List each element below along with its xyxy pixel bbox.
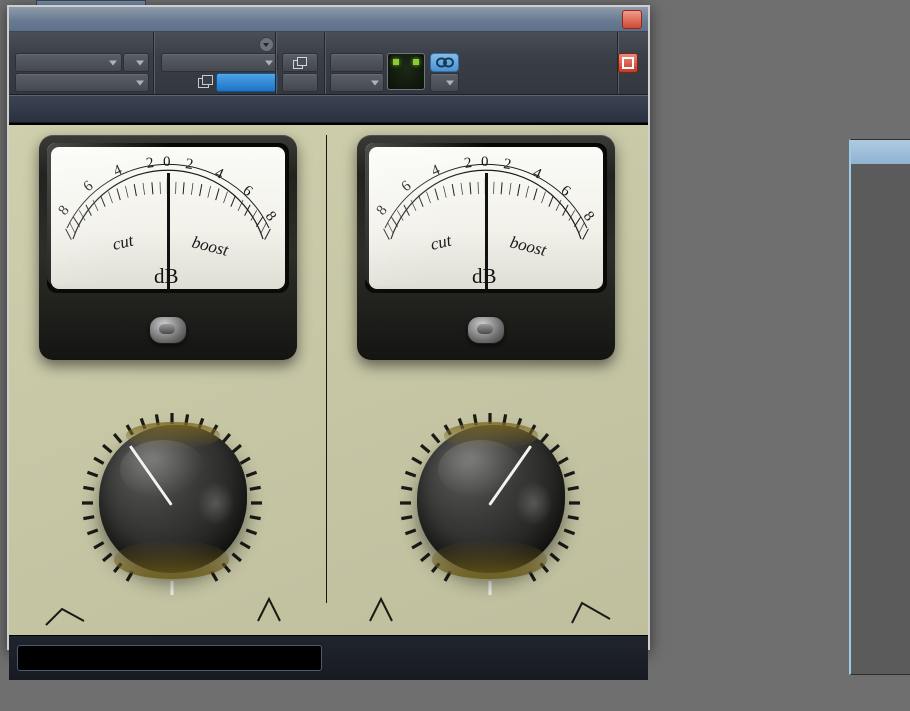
chevron-down-icon: [265, 60, 273, 65]
plugin-brandbar: [9, 95, 648, 123]
preset-minus-button[interactable]: [161, 73, 177, 90]
chevron-down-icon: [136, 60, 144, 65]
track-short-select[interactable]: [123, 53, 149, 72]
record-enable-icon[interactable]: [618, 53, 638, 73]
auto-section: [277, 32, 323, 94]
preset-section: [155, 32, 278, 94]
link-chain-icon[interactable]: [430, 53, 459, 72]
chevron-down-icon: [446, 80, 454, 85]
link-chain-icon: [435, 57, 454, 68]
svg-text:4: 4: [212, 165, 226, 183]
decay-knob[interactable]: [369, 403, 611, 624]
vu-zero-adjust-screw[interactable]: [149, 316, 187, 344]
svg-text:0: 0: [481, 154, 489, 170]
chevron-down-icon: [109, 60, 117, 65]
dsp-select[interactable]: [330, 73, 384, 92]
bypass-button[interactable]: [330, 53, 384, 72]
fast-peak-icon: [257, 596, 281, 622]
svg-text:8: 8: [262, 209, 279, 225]
svg-text:boost: boost: [190, 232, 232, 260]
svg-text:cut: cut: [429, 230, 455, 253]
fast-peak-icon-decay: [369, 596, 393, 622]
svg-text:2: 2: [184, 156, 194, 173]
chevron-down-circle-icon[interactable]: [259, 37, 274, 52]
svg-text:2: 2: [145, 155, 155, 172]
floating-mixer-strip: [849, 139, 910, 675]
peak-knob-body[interactable]: [99, 422, 247, 579]
svg-text:cut: cut: [111, 230, 137, 253]
center-divider: [326, 135, 327, 603]
vu-zero-adjust-screw-decay[interactable]: [467, 316, 505, 344]
compare-button[interactable]: [216, 73, 278, 92]
decay-vu-meter: 8 6 4 2 0 2 4 6 8 cut boost dB: [357, 135, 615, 360]
preset-select[interactable]: [161, 53, 278, 72]
floating-strip-titlebar[interactable]: [851, 140, 910, 164]
svg-text:4: 4: [530, 165, 544, 183]
svg-text:4: 4: [111, 162, 125, 180]
automation-icon[interactable]: [282, 53, 318, 72]
svg-text:4: 4: [429, 162, 443, 180]
plugin-titlebar[interactable]: [9, 7, 648, 32]
slow-slope-icon-decay: [571, 601, 611, 624]
chevron-down-icon: [136, 80, 144, 85]
dsp-section: [326, 32, 459, 94]
plugin-window: 8 6 4 2 0 2 4 6 8 cut boost dB: [7, 5, 650, 680]
peak-knob[interactable]: [45, 403, 281, 626]
close-icon[interactable]: [622, 10, 642, 29]
safe-button[interactable]: [282, 73, 318, 92]
svg-text:8: 8: [374, 203, 391, 219]
vu-face-decay: 8 6 4 2 0 2 4 6 8 cut boost dB: [369, 147, 603, 289]
status-value-field[interactable]: [17, 645, 322, 671]
meter-led-panel[interactable]: [387, 53, 425, 90]
plugin-body: 8 6 4 2 0 2 4 6 8 cut boost dB: [9, 123, 648, 636]
svg-text:2: 2: [463, 155, 473, 172]
track-section: [9, 32, 152, 94]
svg-text:0: 0: [163, 154, 171, 170]
vu-needle-peak: [167, 173, 170, 289]
plugin-statusbar: [9, 636, 648, 680]
slow-slope-icon: [45, 607, 85, 626]
svg-text:8: 8: [580, 209, 597, 225]
svg-text:boost: boost: [508, 232, 550, 260]
track-select[interactable]: [15, 53, 122, 72]
svg-text:8: 8: [56, 203, 73, 219]
plugin-header: [9, 32, 648, 95]
svg-text:2: 2: [502, 156, 512, 173]
peak-vu-meter: 8 6 4 2 0 2 4 6 8 cut boost dB: [39, 135, 297, 360]
channel-select[interactable]: [430, 73, 459, 92]
plugin-select[interactable]: [15, 73, 149, 92]
preset-plus-button[interactable]: [179, 73, 195, 90]
copy-settings-icon[interactable]: [198, 75, 213, 88]
vu-needle-decay: [485, 173, 488, 289]
chevron-down-icon: [371, 80, 379, 85]
vu-face-peak: 8 6 4 2 0 2 4 6 8 cut boost dB: [51, 147, 285, 289]
